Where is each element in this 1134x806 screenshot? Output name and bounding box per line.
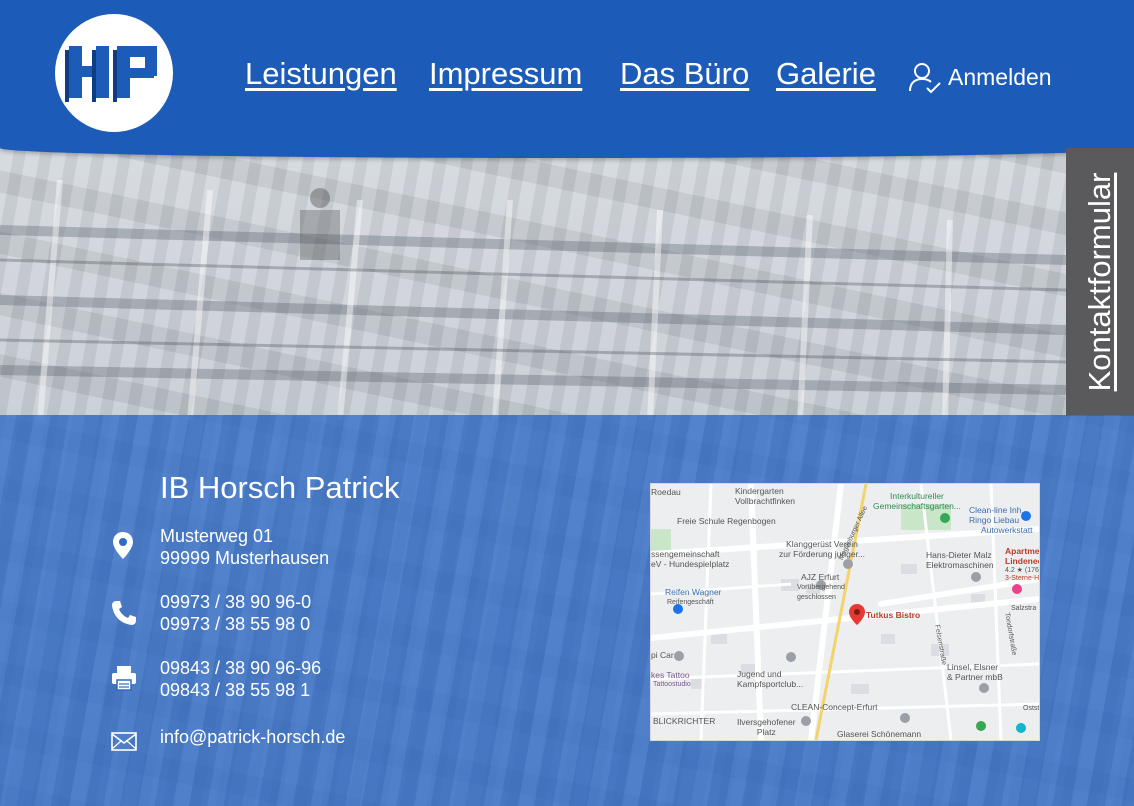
contact-section: IB Horsch Patrick Musterweg 01 99999 Mus… bbox=[0, 415, 1134, 806]
user-check-icon bbox=[909, 63, 941, 94]
map-label-tutkus: Tutkus Bistro bbox=[866, 610, 921, 620]
phone-primary[interactable]: 09973 / 38 90 96-0 bbox=[160, 591, 311, 613]
map-label-tattoo-sub: Tattoostudio bbox=[653, 681, 691, 688]
hp-logo-icon bbox=[65, 46, 157, 102]
map-label-jugend: Jugend und Kampfsportclub... bbox=[737, 669, 804, 689]
map-label-ajz-sub: Vorübergehend geschlossen bbox=[797, 584, 845, 601]
map-label-kindergarten: Kindergarten Vollbrachtfinken bbox=[735, 486, 795, 506]
map-label-apartment-sub: 3-Sterne-Ho bbox=[1005, 575, 1040, 582]
logo[interactable] bbox=[55, 14, 173, 132]
map-label-kes-tattoo: kes Tattoo bbox=[651, 670, 690, 680]
address-city: 99999 Musterhausen bbox=[160, 548, 330, 568]
phone-secondary[interactable]: 09973 / 38 55 98 0 bbox=[160, 613, 310, 635]
map-label-roedau: Roedau bbox=[651, 487, 681, 497]
map-label-malz: Hans-Dieter Malz Elektromaschinen bbox=[926, 550, 994, 570]
map-label-hundespielplatz: ssengemeinschaft eV - Hundespielplatz bbox=[651, 549, 730, 569]
fax-secondary: 09843 / 38 55 98 1 bbox=[160, 680, 311, 700]
phone-icon bbox=[112, 601, 136, 625]
map-label-oststr: Oststr bbox=[1023, 705, 1040, 712]
nav-impressum[interactable]: Impressum bbox=[429, 56, 582, 92]
login-button[interactable]: Anmelden bbox=[908, 60, 1052, 94]
printer-icon bbox=[112, 666, 136, 691]
login-label: Anmelden bbox=[948, 63, 1052, 90]
nav-galerie[interactable]: Galerie bbox=[776, 56, 876, 92]
map-label-ajz: AJZ Erfurt bbox=[801, 572, 840, 582]
map-embed[interactable]: Kindergarten Vollbrachtfinken Roedau Fre… bbox=[650, 483, 1040, 741]
location-pin-icon bbox=[113, 532, 133, 559]
kontaktformular-label: Kontaktformular bbox=[1082, 172, 1117, 392]
map-label-clean-line-sub: Autowerkstatt bbox=[981, 525, 1033, 535]
map-label-ilvers: Ilversgehofener Platz bbox=[737, 717, 796, 737]
nav-das-buero[interactable]: Das Büro bbox=[620, 56, 749, 92]
map-label-blickrichter: BLICKRICHTER bbox=[653, 716, 716, 726]
kontaktformular-tab[interactable]: Kontaktformular bbox=[1066, 148, 1134, 416]
nav-leistungen[interactable]: Leistungen bbox=[245, 56, 397, 92]
fax-primary: 09843 / 38 90 96-96 bbox=[160, 658, 322, 678]
map-label-linsel: Linsel, Elsner & Partner mbB bbox=[947, 662, 1003, 682]
company-name: IB Horsch Patrick bbox=[160, 470, 400, 505]
construction-site-image bbox=[0, 179, 1067, 420]
map-label-reifen: Reifen Wagner bbox=[665, 587, 722, 597]
email-link[interactable]: info@patrick-horsch.de bbox=[160, 726, 345, 748]
map-label-apartment: Apartme Lindenec bbox=[1005, 546, 1040, 566]
map-label-interkultureller: Interkultureller Gemeinschaftsgarten... bbox=[873, 491, 961, 511]
map-label-glaserei: Glaserei Schönemann bbox=[837, 729, 922, 739]
envelope-icon bbox=[111, 732, 137, 751]
address-street: Musterweg 01 bbox=[160, 526, 274, 546]
map-label-pi-car: pi Car bbox=[651, 650, 674, 660]
map-label-kindergarten-text: Kindergarten Vollbrachtfinken bbox=[735, 486, 796, 506]
map-label-salzstr: Salzstra bbox=[1011, 605, 1037, 612]
site-header: Leistungen Impressum Das Büro Galerie An… bbox=[0, 0, 1134, 158]
map-label-clean-concept: CLEAN-Concept-Erfurt bbox=[791, 702, 878, 712]
map-label-freie-schule: Freie Schule Regenbogen bbox=[677, 516, 776, 526]
map-label-reifen-sub: Reifengeschäft bbox=[667, 599, 714, 606]
map-label-clean-line: Clean-line Inh. Ringo Liebau bbox=[969, 505, 1024, 525]
